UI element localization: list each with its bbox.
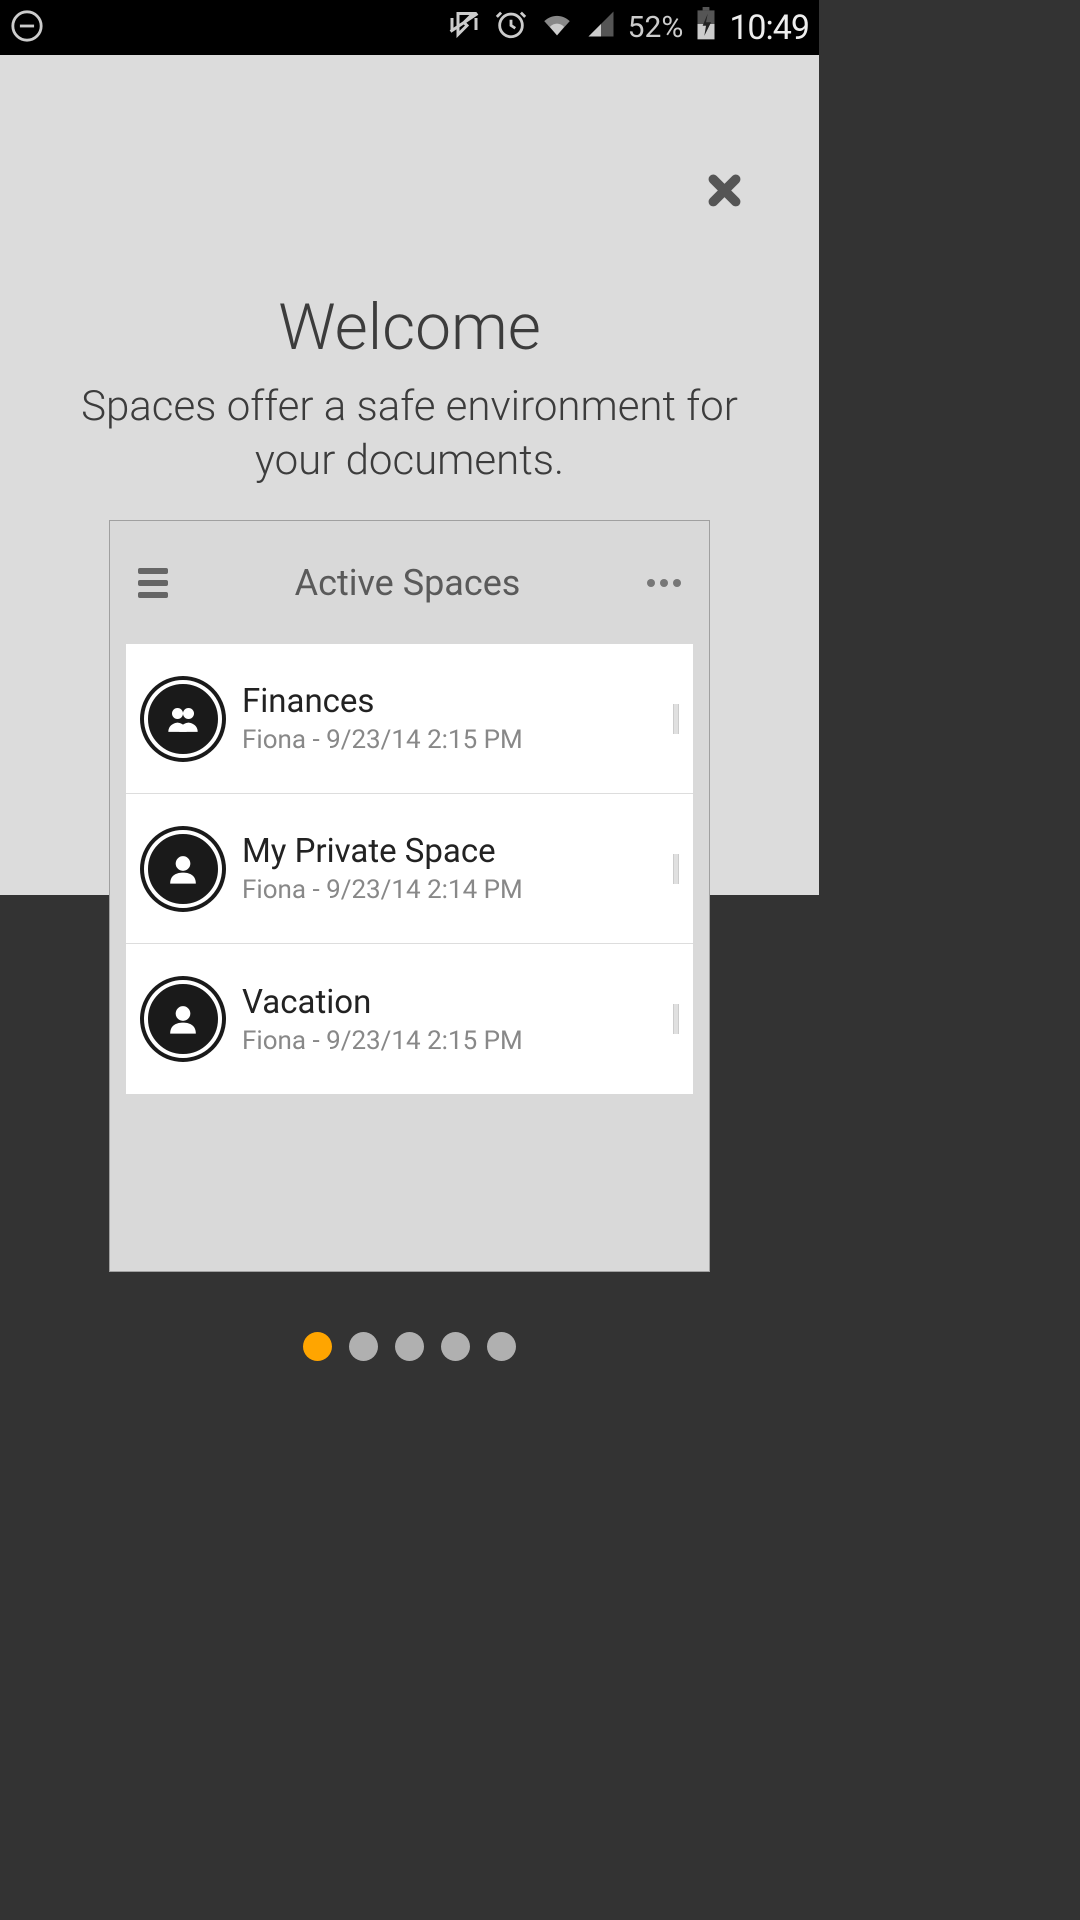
signal-icon	[586, 9, 616, 47]
mock-spaces-list: Finances Fiona - 9/23/14 2:15 PM My Priv…	[126, 644, 693, 1094]
mock-header-title: Active Spaces	[295, 562, 521, 604]
status-left	[10, 9, 44, 47]
vibrate-silent-icon	[446, 6, 482, 50]
list-item: My Private Space Fiona - 9/23/14 2:14 PM	[126, 794, 693, 944]
status-bar: 52% 10:49	[0, 0, 819, 55]
group-avatar-icon	[140, 676, 226, 762]
space-meta: Fiona - 9/23/14 2:14 PM	[242, 875, 673, 905]
list-item-content: My Private Space Fiona - 9/23/14 2:14 PM	[242, 832, 673, 905]
page-dot-5[interactable]	[487, 1332, 516, 1361]
onboarding-title: Welcome	[0, 290, 819, 365]
list-item: Vacation Fiona - 9/23/14 2:15 PM	[126, 944, 693, 1094]
page-dot-2[interactable]	[349, 1332, 378, 1361]
drag-handle-icon	[673, 1004, 679, 1034]
mock-header: Active Spaces	[110, 521, 709, 644]
drag-handle-icon	[673, 704, 679, 734]
status-right: 52% 10:49	[446, 6, 809, 50]
list-item-content: Finances Fiona - 9/23/14 2:15 PM	[242, 682, 673, 755]
space-meta: Fiona - 9/23/14 2:15 PM	[242, 725, 673, 755]
page-dot-3[interactable]	[395, 1332, 424, 1361]
mock-app-frame: Active Spaces Finances Fiona - 9/23/14 2…	[109, 520, 710, 1272]
space-name: Finances	[242, 682, 673, 721]
wifi-icon	[540, 7, 574, 49]
do-not-disturb-icon	[10, 9, 44, 47]
page-dot-4[interactable]	[441, 1332, 470, 1361]
space-name: My Private Space	[242, 832, 673, 871]
clock-time: 10:49	[729, 8, 809, 48]
space-name: Vacation	[242, 983, 673, 1022]
person-avatar-icon	[140, 976, 226, 1062]
more-dots-icon	[647, 579, 681, 587]
list-item-content: Vacation Fiona - 9/23/14 2:15 PM	[242, 983, 673, 1056]
list-item: Finances Fiona - 9/23/14 2:15 PM	[126, 644, 693, 794]
close-button[interactable]	[702, 168, 747, 213]
close-icon	[702, 168, 747, 213]
battery-charging-icon	[695, 7, 717, 49]
hamburger-icon	[138, 568, 168, 598]
onboarding-subtitle: Spaces offer a safe environment for your…	[48, 380, 771, 488]
space-meta: Fiona - 9/23/14 2:15 PM	[242, 1026, 673, 1056]
pagination-dots[interactable]	[0, 1332, 819, 1361]
person-avatar-icon	[140, 826, 226, 912]
alarm-icon	[494, 7, 528, 49]
battery-percentage: 52%	[628, 10, 684, 45]
page-dot-1[interactable]	[303, 1332, 332, 1361]
drag-handle-icon	[673, 854, 679, 884]
